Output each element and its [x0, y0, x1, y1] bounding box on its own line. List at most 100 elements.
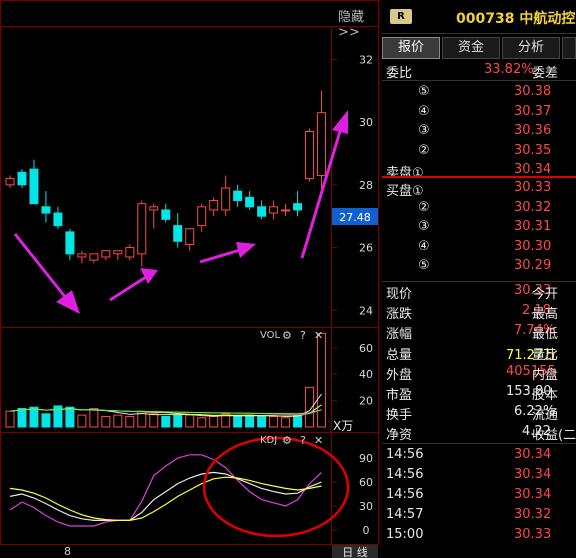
quote-header: R 000738 中航动控 [382, 0, 576, 34]
ask-price: 30.37 [514, 103, 552, 119]
r-badge: R [390, 9, 412, 24]
candle-body[interactable] [113, 250, 123, 255]
kdj-d-line [9, 476, 322, 521]
bid-level-label: ④ [418, 238, 430, 254]
kline-chart[interactable]: 3230282624 604020 9060300 27.48 VOL ⚙ ? … [0, 0, 380, 558]
kdj-k-line [9, 471, 322, 521]
candle-body[interactable] [281, 209, 291, 212]
quote-label-2: 流通 [532, 408, 559, 424]
tick-price: 30.33 [514, 527, 552, 542]
bid-level-label: ② [418, 199, 430, 215]
hide-panel-button[interactable]: 隐藏>> [338, 6, 380, 40]
candle-body[interactable] [317, 112, 327, 176]
candle-body[interactable] [137, 203, 147, 255]
candle-body[interactable] [125, 247, 135, 258]
candle-body[interactable] [185, 228, 195, 245]
volume-bar [77, 414, 87, 428]
candle-body[interactable] [89, 253, 99, 261]
quote-row: 总量 71.27万 量比 [382, 342, 576, 363]
candle-body[interactable] [233, 190, 243, 202]
candle-body[interactable] [17, 171, 27, 186]
candle-body[interactable] [269, 206, 279, 214]
candle-body[interactable] [5, 178, 15, 186]
volume-tick-label: 20 [359, 395, 373, 408]
candle-body[interactable] [161, 209, 171, 220]
quote-tabs: 报价 资金 分析 [382, 37, 576, 59]
volume-bar [113, 414, 123, 428]
kdj-tick-label: 0 [363, 524, 370, 537]
kdj-tick-label: 30 [359, 500, 373, 513]
candle-body[interactable] [41, 206, 51, 214]
candle-body[interactable] [173, 225, 183, 242]
quote-label: 净资 [386, 428, 413, 444]
bid-level-label: ③ [418, 219, 430, 234]
stock-name: 中航动控 [519, 11, 576, 27]
volume-bar [41, 413, 51, 428]
arrow-down-head-icon [56, 290, 80, 314]
help-icon[interactable]: ? [300, 329, 306, 342]
candle-body[interactable] [305, 131, 315, 180]
tick-time: 14:56 [386, 487, 424, 502]
volume-tick-label: 60 [359, 342, 373, 355]
tick-price: 30.32 [514, 507, 552, 522]
volume-unit-label: X万 [333, 419, 353, 433]
tab-quote[interactable]: 报价 [382, 37, 440, 59]
weibi-label: 委比 [386, 66, 413, 81]
tick-time: 14:56 [386, 467, 424, 482]
bid-row: ② 30.32 [382, 198, 576, 218]
volume-bar [185, 414, 195, 428]
candle-body[interactable] [197, 206, 207, 227]
candle-body[interactable] [209, 200, 219, 211]
price-tick-label: 26 [359, 242, 373, 255]
quote-row: 换手 6.22% 流通 [382, 402, 576, 424]
candle-body[interactable] [65, 231, 75, 255]
ask-price: 30.36 [514, 123, 552, 138]
arrow-up-head-icon [140, 268, 158, 284]
bid-row: ③ 30.31 [382, 217, 576, 237]
tab-more[interactable] [562, 37, 576, 59]
ask-row: ④ 30.37 [382, 102, 576, 122]
candle-body[interactable] [149, 206, 159, 211]
bid-price: 30.30 [514, 238, 552, 254]
candle-body[interactable] [53, 212, 63, 227]
quote-row: 涨跌 2.18 最高 [382, 301, 576, 322]
price-tick-label: 28 [359, 179, 373, 192]
settings-gear-icon[interactable]: ⚙ [282, 329, 292, 342]
tick-price: 30.34 [514, 487, 552, 502]
kdj-label: KDJ [260, 435, 277, 446]
kdj-help-icon[interactable]: ? [300, 434, 306, 447]
candle-body[interactable] [101, 250, 111, 258]
candle-body[interactable] [29, 168, 39, 205]
quote-label-2: 今开 [532, 287, 559, 302]
volume-bar [125, 415, 135, 428]
tab-analysis[interactable]: 分析 [502, 37, 560, 59]
arrow-right-head-icon [236, 242, 256, 258]
kdj-close-icon[interactable]: ✕ [314, 434, 323, 447]
weibi-row: 委比 33.82% 委差 [382, 60, 576, 81]
candle-body[interactable] [257, 206, 267, 217]
tick-time: 14:56 [386, 447, 424, 462]
volume-bar [173, 414, 183, 428]
kline-chart-area[interactable]: 32 30 28 26 24 60 40 20 90 60 30 0 27.48 VOL ⚙ ? … [0, 0, 380, 558]
candle-body[interactable] [77, 253, 87, 258]
quote-row: 外盘 405155 内盘 [382, 362, 576, 383]
stock-code: 000738 [456, 11, 515, 27]
quote-row: 现价 30.33 今开 [382, 281, 576, 302]
tick-price: 30.34 [514, 447, 552, 462]
candle-body[interactable] [221, 187, 231, 211]
tab-funds[interactable]: 资金 [442, 37, 500, 59]
quote-row: 市盈 153.80 股本 [382, 382, 576, 403]
candle-body[interactable] [293, 203, 303, 211]
volume-bar [245, 414, 255, 428]
quote-label-2: 收益(二 [532, 428, 576, 444]
period-label[interactable]: 日 线 [342, 545, 368, 558]
candle-body[interactable] [245, 196, 255, 208]
volume-bar [17, 408, 27, 428]
ask-row: ② 30.35 [382, 141, 576, 161]
kdj-tick-label: 60 [359, 476, 373, 489]
quote-label: 换手 [386, 408, 413, 424]
kdj-settings-gear-icon[interactable]: ⚙ [282, 434, 292, 447]
quote-label-2: 最低 [532, 327, 559, 343]
price-tick-label: 24 [359, 304, 373, 317]
close-icon[interactable]: ✕ [314, 329, 323, 342]
